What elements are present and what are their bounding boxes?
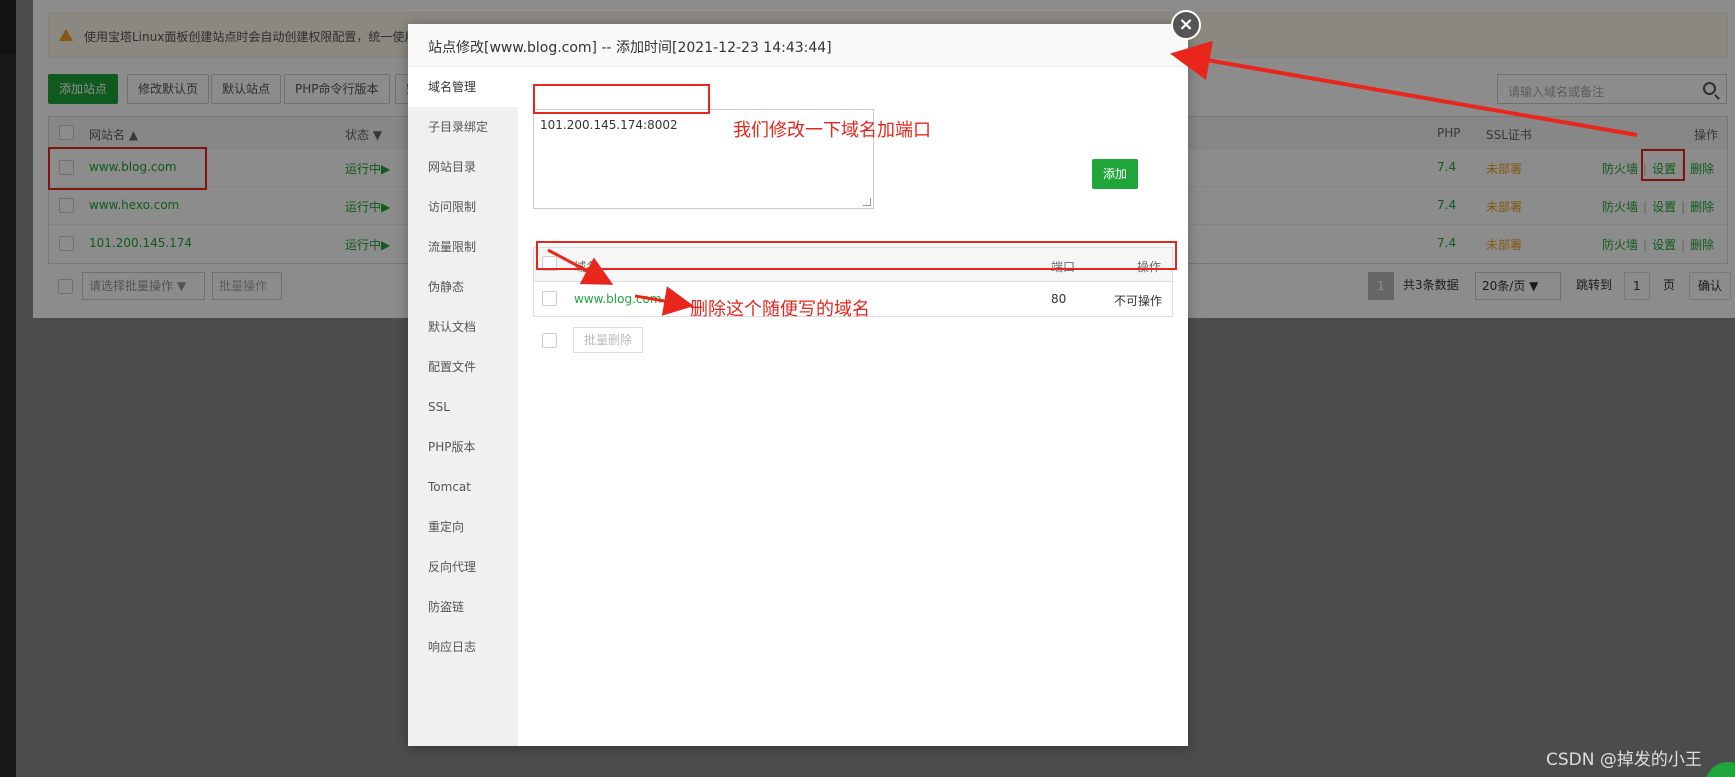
arrow-to-dialog <box>1170 40 1638 137</box>
arrow-to-batch-delete <box>547 248 614 285</box>
csdn-watermark: CSDN @掉发的小王 <box>1546 750 1702 770</box>
arrow-delete-note <box>634 286 694 316</box>
annotation-arrows <box>547 40 1638 316</box>
